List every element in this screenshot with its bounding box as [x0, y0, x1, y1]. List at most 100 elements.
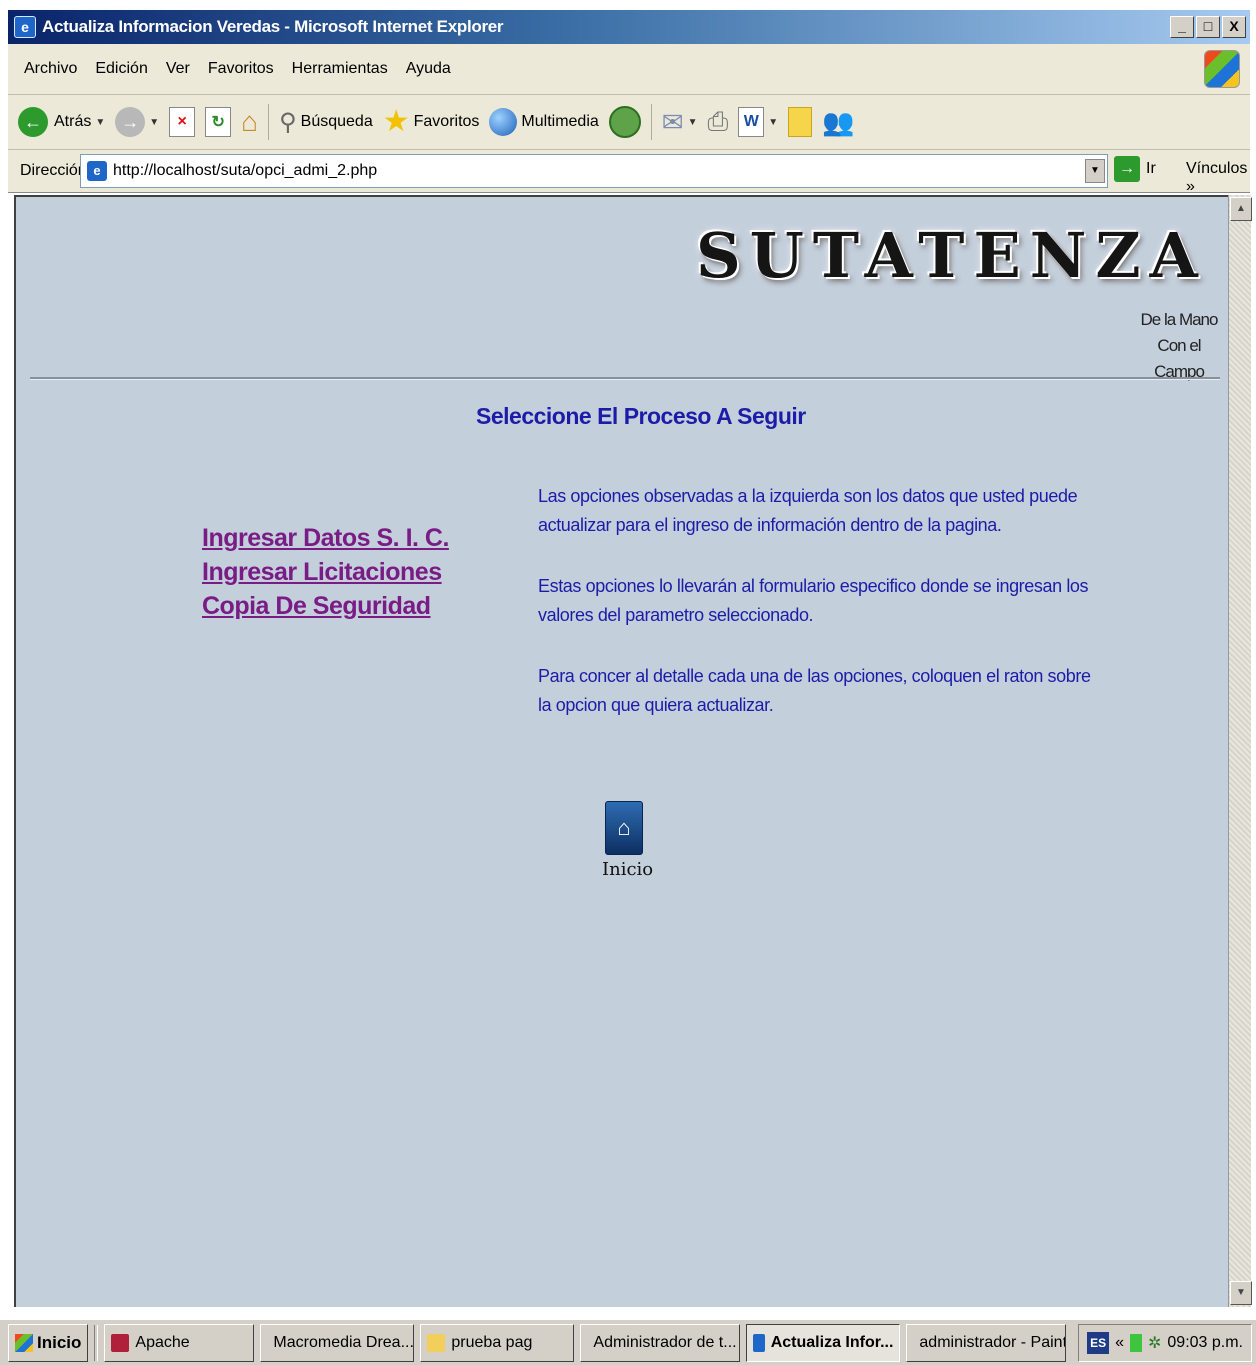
stop-button[interactable]: ×: [169, 107, 196, 137]
option-link-ingresar-licitaciones[interactable]: Ingresar Licitaciones: [202, 557, 449, 587]
task-administrador[interactable]: Administrador de t...: [580, 1323, 741, 1362]
address-input[interactable]: e http://localhost/suta/opci_admi_2.php …: [80, 154, 1108, 188]
window-titlebar[interactable]: e Actualiza Informacion Veredas - Micros…: [8, 10, 1250, 44]
messenger-icon: 👥: [822, 106, 855, 137]
edit-button[interactable]: W ▼: [738, 107, 778, 137]
home-icon[interactable]: ⌂: [605, 801, 643, 855]
search-icon: ⚲: [279, 108, 297, 136]
address-dropdown-icon[interactable]: ▼: [1085, 159, 1105, 183]
search-button[interactable]: ⚲ Búsqueda: [279, 108, 373, 137]
back-arrow-icon: ←: [18, 107, 48, 137]
star-icon: ★: [382, 105, 410, 138]
option-link-copia-de-seguridad[interactable]: Copia De Seguridad: [202, 591, 449, 621]
instructions-paragraph-1: Las opciones observadas a la izquierda s…: [538, 486, 1078, 535]
menu-edicion[interactable]: Edición: [95, 60, 147, 78]
house-icon: ⌂: [241, 106, 259, 137]
task-label: Actualiza Infor...: [770, 1333, 894, 1351]
favorites-button[interactable]: ★ Favoritos: [383, 107, 480, 137]
close-button[interactable]: X: [1222, 16, 1246, 38]
home-button[interactable]: ⌂: [241, 106, 258, 138]
refresh-button[interactable]: ↻: [205, 107, 232, 137]
toolbar-separator: [650, 104, 652, 140]
chevron-down-icon: ▼: [149, 116, 160, 128]
word-icon: W: [738, 107, 765, 137]
header-divider: [30, 377, 1220, 380]
history-icon: [608, 106, 641, 138]
start-label: Inicio: [37, 1332, 82, 1352]
refresh-icon: ↻: [205, 107, 232, 137]
vertical-scrollbar[interactable]: ▲ ▼: [1228, 195, 1252, 1307]
clock: 09:03 p.m.: [1167, 1334, 1243, 1351]
menu-herramientas[interactable]: Herramientas: [292, 60, 388, 78]
task-label: Administrador de t...: [593, 1333, 737, 1351]
tagline-line-1: De la Mano: [1140, 310, 1219, 329]
address-bar: Dirección e http://localhost/suta/opci_a…: [8, 150, 1250, 196]
print-button[interactable]: ⎙: [707, 106, 728, 138]
system-tray: ES « ✲ 09:03 p.m.: [1078, 1324, 1252, 1362]
mail-button[interactable]: ✉ ▼: [662, 107, 698, 138]
task-macromedia[interactable]: Macromedia Drea...: [260, 1323, 415, 1362]
scroll-down-icon[interactable]: ▼: [1230, 1281, 1252, 1305]
options-list: Ingresar Datos S. I. C. Ingresar Licitac…: [202, 523, 449, 621]
printer-icon: ⎙: [707, 106, 729, 136]
scroll-up-icon[interactable]: ▲: [1230, 197, 1252, 221]
minimize-button[interactable]: _: [1170, 16, 1194, 38]
menu-bar: Archivo Edición Ver Favoritos Herramient…: [8, 44, 1250, 95]
menu-favoritos[interactable]: Favoritos: [208, 60, 274, 78]
stop-icon: ×: [169, 107, 196, 137]
toolbar-separator: [268, 104, 270, 140]
go-label: Ir: [1146, 160, 1156, 177]
media-globe-icon: [489, 108, 518, 136]
option-link-ingresar-datos-sic[interactable]: Ingresar Datos S. I. C.: [202, 523, 449, 553]
chevron-down-icon: ▼: [95, 116, 106, 128]
ie-icon: [753, 1333, 765, 1352]
taskbar-separator: [94, 1324, 99, 1361]
address-url[interactable]: http://localhost/suta/opci_admi_2.php: [113, 162, 377, 180]
task-paint[interactable]: administrador - Paint: [906, 1323, 1067, 1362]
home-link[interactable]: ⌂ Inicio: [602, 801, 653, 880]
task-apache[interactable]: Apache: [104, 1323, 255, 1362]
instructions-paragraph-3: Para concer al detalle cada una de las o…: [538, 666, 1091, 715]
links-button[interactable]: Vínculos »: [1186, 160, 1250, 196]
search-label: Búsqueda: [300, 113, 373, 130]
forward-button[interactable]: → ▼: [115, 107, 159, 137]
site-logo: SUTATENZA: [696, 219, 1207, 292]
task-label: administrador - Paint: [919, 1333, 1067, 1351]
folder-icon: [427, 1333, 446, 1352]
windows-logo-icon: [1204, 50, 1240, 88]
media-button[interactable]: Multimedia: [489, 108, 599, 136]
history-button[interactable]: [608, 106, 641, 138]
task-label: prueba pag: [451, 1333, 533, 1351]
status-icon[interactable]: ✲: [1148, 1333, 1161, 1353]
menu-archivo[interactable]: Archivo: [24, 60, 77, 78]
menu-ayuda[interactable]: Ayuda: [406, 60, 451, 78]
apache-feather-icon: [111, 1333, 130, 1352]
language-indicator[interactable]: ES: [1087, 1332, 1110, 1354]
task-label: Macromedia Drea...: [273, 1333, 414, 1351]
task-actualiza[interactable]: Actualiza Infor...: [746, 1323, 901, 1362]
start-button[interactable]: Inicio: [8, 1323, 89, 1362]
chevron-down-icon: ▼: [768, 116, 779, 128]
back-button[interactable]: ← Atrás ▼: [18, 107, 105, 137]
taskbar: Inicio Apache Macromedia Drea... prueba …: [0, 1318, 1256, 1365]
task-label: Apache: [135, 1333, 190, 1351]
media-label: Multimedia: [521, 113, 599, 130]
go-arrow-icon: →: [1114, 156, 1140, 182]
messenger-button[interactable]: 👥: [822, 107, 854, 138]
chevron-down-icon: ▼: [687, 116, 698, 128]
address-label: Dirección: [20, 162, 87, 179]
menu-ver[interactable]: Ver: [166, 60, 190, 78]
page-heading: Seleccione El Proceso A Seguir: [476, 403, 806, 429]
ie-icon: e: [14, 16, 36, 38]
note-icon: [788, 107, 813, 137]
windows-flag-icon: [15, 1333, 33, 1352]
task-prueba-pag[interactable]: prueba pag: [420, 1323, 575, 1362]
standard-toolbar: ← Atrás ▼ → ▼ × ↻ ⌂ ⚲ Búsqueda ★ Favorit…: [8, 95, 1250, 150]
go-button[interactable]: → Ir: [1114, 156, 1156, 182]
network-icon[interactable]: [1129, 1334, 1142, 1352]
maximize-button[interactable]: □: [1196, 16, 1220, 38]
discuss-button[interactable]: [788, 107, 813, 137]
site-tagline: De la Mano Con el Campo: [1134, 307, 1224, 385]
tray-expand-button[interactable]: «: [1115, 1334, 1124, 1352]
home-label[interactable]: Inicio: [602, 859, 653, 880]
